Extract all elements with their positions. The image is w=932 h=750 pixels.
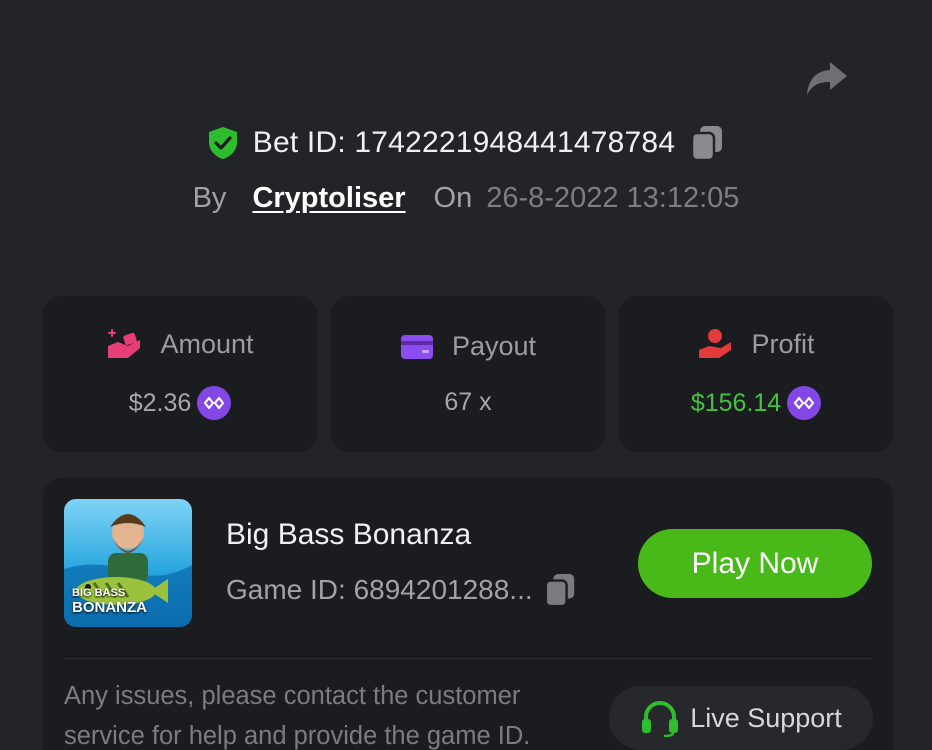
bet-id-row: Bet ID: 1742221948441478784: [0, 120, 932, 166]
credit-card-icon: [400, 334, 433, 359]
live-support-button[interactable]: Live Support: [609, 686, 873, 750]
profit-card: Profit $156.14: [619, 296, 893, 452]
profit-user-icon: [699, 329, 732, 358]
bet-meta-row: By Cryptoliser On 26-8-2022 13:12:05: [0, 176, 932, 220]
profit-value: $156.14: [690, 388, 782, 417]
live-support-label: Live Support: [690, 702, 842, 733]
game-title: Big Bass Bonanza: [226, 518, 472, 551]
user-link[interactable]: Cryptoliser: [252, 182, 405, 215]
polygon-coin-icon: [787, 386, 822, 420]
bet-stats: Amount $2.36 Payout 67 x Profit $156.14: [43, 296, 893, 452]
amount-label: Amount: [160, 328, 254, 359]
copy-icon: [690, 126, 723, 162]
headset-icon: [642, 701, 679, 737]
share-icon: [807, 62, 847, 95]
by-label: By: [192, 181, 227, 214]
amount-card: Amount $2.36: [43, 296, 317, 452]
share-button[interactable]: [800, 56, 852, 102]
copy-icon: [544, 573, 574, 608]
divider: [64, 658, 872, 659]
verified-shield-icon: [208, 127, 237, 159]
game-id: Game ID: 6894201288...: [226, 574, 533, 605]
money-hand-icon: [108, 329, 141, 358]
game-thumbnail[interactable]: BIG BASS BONANZA: [64, 499, 192, 627]
amount-value: $2.36: [128, 388, 192, 417]
game-card: BIG BASS BONANZA Big Bass Bonanza Game I…: [43, 478, 893, 750]
bet-date: 26-8-2022 13:12:05: [486, 181, 740, 214]
game-id-row: Game ID: 6894201288...: [226, 572, 577, 608]
thumb-title-2: BONANZA: [72, 599, 147, 616]
payout-value: 67 x: [444, 388, 492, 416]
payout-card: Payout 67 x: [331, 296, 605, 452]
profit-label: Profit: [751, 328, 815, 359]
copy-bet-id-button[interactable]: [689, 124, 725, 162]
play-now-button[interactable]: Play Now: [638, 529, 872, 598]
payout-label: Payout: [451, 331, 537, 361]
bet-id: Bet ID: 1742221948441478784: [252, 126, 676, 159]
polygon-coin-icon: [197, 386, 232, 420]
help-text: Any issues, please contact the customer …: [64, 682, 531, 750]
thumb-title-1: BIG BASS: [72, 587, 126, 599]
copy-game-id-button[interactable]: [543, 572, 577, 608]
on-label: On: [433, 181, 473, 214]
